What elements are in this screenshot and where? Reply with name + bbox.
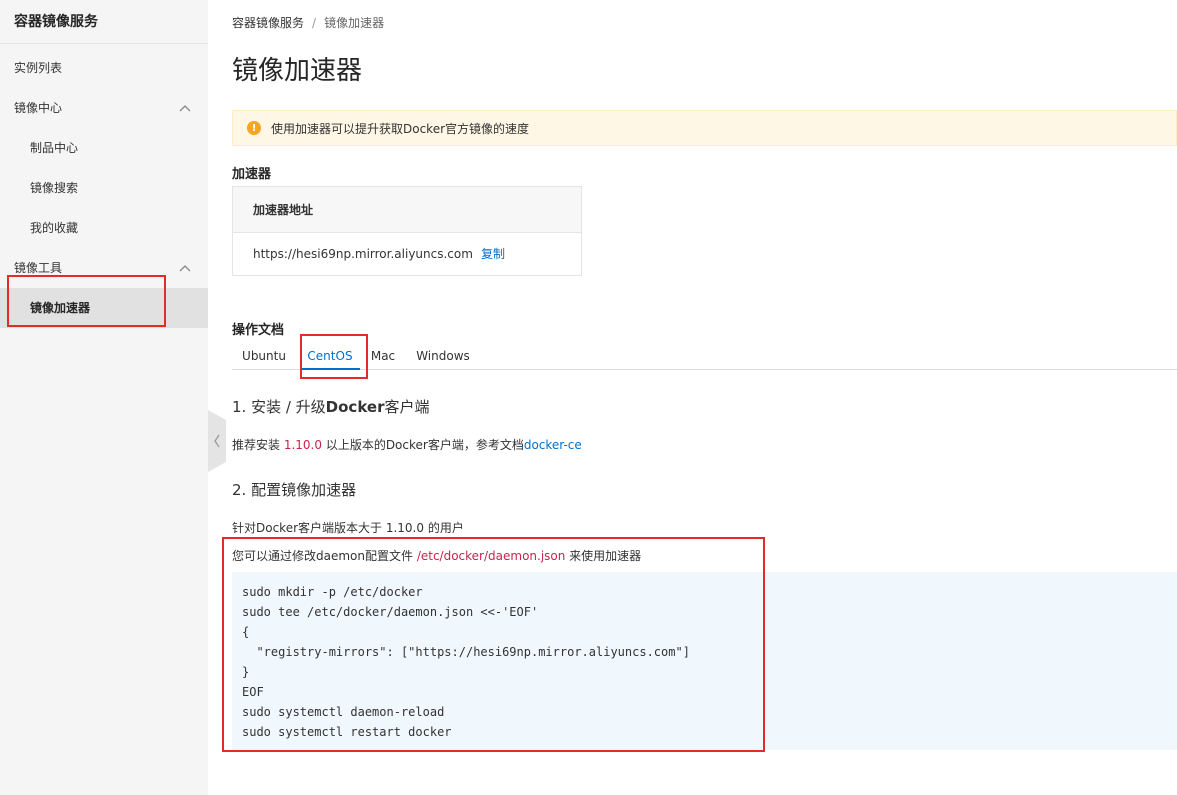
step1-description: 推荐安装 1.10.0 以上版本的Docker客户端，参考文档docker-ce	[232, 438, 582, 452]
step2-title: 2. 配置镜像加速器	[232, 481, 357, 499]
docs-section-title: 操作文档	[232, 323, 285, 338]
code-line: sudo mkdir -p /etc/docker	[242, 585, 423, 599]
accelerator-row: https://hesi69np.mirror.aliyuncs.com 复制	[233, 233, 581, 275]
code-line: }	[242, 665, 250, 679]
os-tabs: Ubuntu CentOS Mac Windows	[232, 344, 1177, 370]
accelerator-table: 加速器地址 https://hesi69np.mirror.aliyuncs.c…	[232, 186, 582, 276]
warning-icon: !	[247, 121, 261, 135]
step1-title: 1. 安装 / 升级Docker客户端	[232, 398, 430, 416]
breadcrumb-root[interactable]: 容器镜像服务	[232, 16, 304, 30]
code-line: {	[242, 625, 250, 639]
breadcrumb: 容器镜像服务 / 镜像加速器	[232, 14, 384, 31]
tab-centos[interactable]: CentOS	[300, 344, 360, 370]
step2-line1: 针对Docker客户端版本大于 1.10.0 的用户	[232, 521, 464, 535]
docker-ce-link[interactable]: docker-ce	[524, 438, 582, 452]
sidebar-item-instances[interactable]: 实例列表	[0, 48, 208, 88]
main-content: 容器镜像服务 / 镜像加速器 镜像加速器 ! 使用加速器可以提升获取Docker官方…	[208, 0, 1177, 795]
code-line: sudo tee /etc/docker/daemon.json <<-'EOF…	[242, 605, 539, 619]
sidebar: 容器镜像服务 实例列表 镜像中心 制品中心 镜像搜索 我的收藏 镜像工具 镜像加…	[0, 0, 208, 795]
sidebar-item-artifacts[interactable]: 制品中心	[0, 128, 208, 168]
page-title: 镜像加速器	[232, 56, 363, 86]
notice-text: 使用加速器可以提升获取Docker官方镜像的速度	[271, 121, 530, 136]
version-highlight: 1.10.0	[283, 438, 322, 452]
code-block[interactable]: sudo mkdir -p /etc/docker sudo tee /etc/…	[232, 572, 1177, 750]
accelerator-column-header: 加速器地址	[233, 187, 581, 233]
sidebar-item-accelerator[interactable]: 镜像加速器	[0, 288, 208, 328]
tab-windows[interactable]: Windows	[408, 344, 478, 370]
sidebar-group-image-center[interactable]: 镜像中心	[0, 88, 208, 128]
tab-ubuntu[interactable]: Ubuntu	[232, 344, 296, 370]
step2-line2: 您可以通过修改daemon配置文件 /etc/docker/daemon.jso…	[232, 549, 642, 563]
breadcrumb-separator: /	[312, 16, 317, 30]
notice-banner: ! 使用加速器可以提升获取Docker官方镜像的速度	[232, 110, 1177, 146]
breadcrumb-current: 镜像加速器	[324, 16, 385, 30]
sidebar-title: 容器镜像服务	[0, 0, 208, 44]
code-line: sudo systemctl restart docker	[242, 725, 452, 739]
copy-button[interactable]: 复制	[481, 247, 505, 261]
code-line: EOF	[242, 685, 264, 699]
sidebar-group-image-tools[interactable]: 镜像工具	[0, 248, 208, 288]
code-line: "registry-mirrors": ["https://hesi69np.m…	[242, 645, 690, 659]
chevron-up-icon	[178, 88, 192, 128]
sidebar-item-image-search[interactable]: 镜像搜索	[0, 168, 208, 208]
code-line: sudo systemctl daemon-reload	[242, 705, 445, 719]
accelerator-section-title: 加速器	[232, 167, 272, 182]
config-path: /etc/docker/daemon.json	[416, 549, 566, 563]
accelerator-url: https://hesi69np.mirror.aliyuncs.com	[253, 247, 473, 261]
sidebar-item-favorites[interactable]: 我的收藏	[0, 208, 208, 248]
tab-mac[interactable]: Mac	[364, 344, 402, 370]
chevron-up-icon	[178, 248, 192, 288]
